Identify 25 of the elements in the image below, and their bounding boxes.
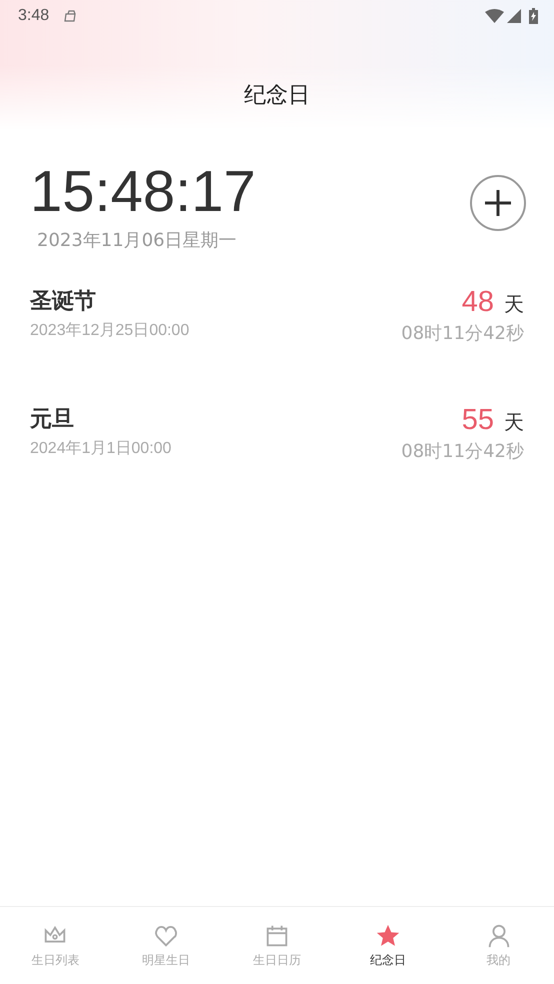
nav-tab[interactable]: 我的 [443, 907, 554, 984]
countdown: 08时11分42秒 [401, 322, 524, 345]
page-title: 纪念日 [243, 82, 311, 110]
clock-date: 2023年11月06日星期一 [37, 229, 237, 252]
plus-icon [483, 188, 513, 218]
days-count: 48 [462, 286, 494, 318]
countdown: 08时11分42秒 [401, 440, 524, 463]
event-date: 2024年1月1日00:00 [30, 439, 172, 459]
days-unit: 天 [504, 410, 524, 434]
bag-icon [63, 9, 78, 23]
battery-icon [529, 8, 538, 24]
wifi-icon [485, 9, 504, 23]
days-unit: 天 [504, 292, 524, 316]
event-date: 2023年12月25日00:00 [30, 321, 190, 341]
nav-tab[interactable]: 纪念日 [332, 907, 444, 984]
heart-icon [153, 923, 180, 949]
days-count: 55 [462, 404, 494, 436]
signal-icon [507, 9, 521, 23]
nav-tab[interactable]: 生日列表 [0, 907, 111, 984]
nav-tab[interactable]: 生日日历 [222, 907, 332, 984]
event-name: 元旦 [30, 406, 74, 434]
event-name: 圣诞节 [30, 288, 96, 316]
clock-time: 15:48:17 [30, 160, 256, 224]
status-time: 3:48 [18, 7, 50, 25]
nav-tab[interactable]: 明星生日 [110, 907, 222, 984]
